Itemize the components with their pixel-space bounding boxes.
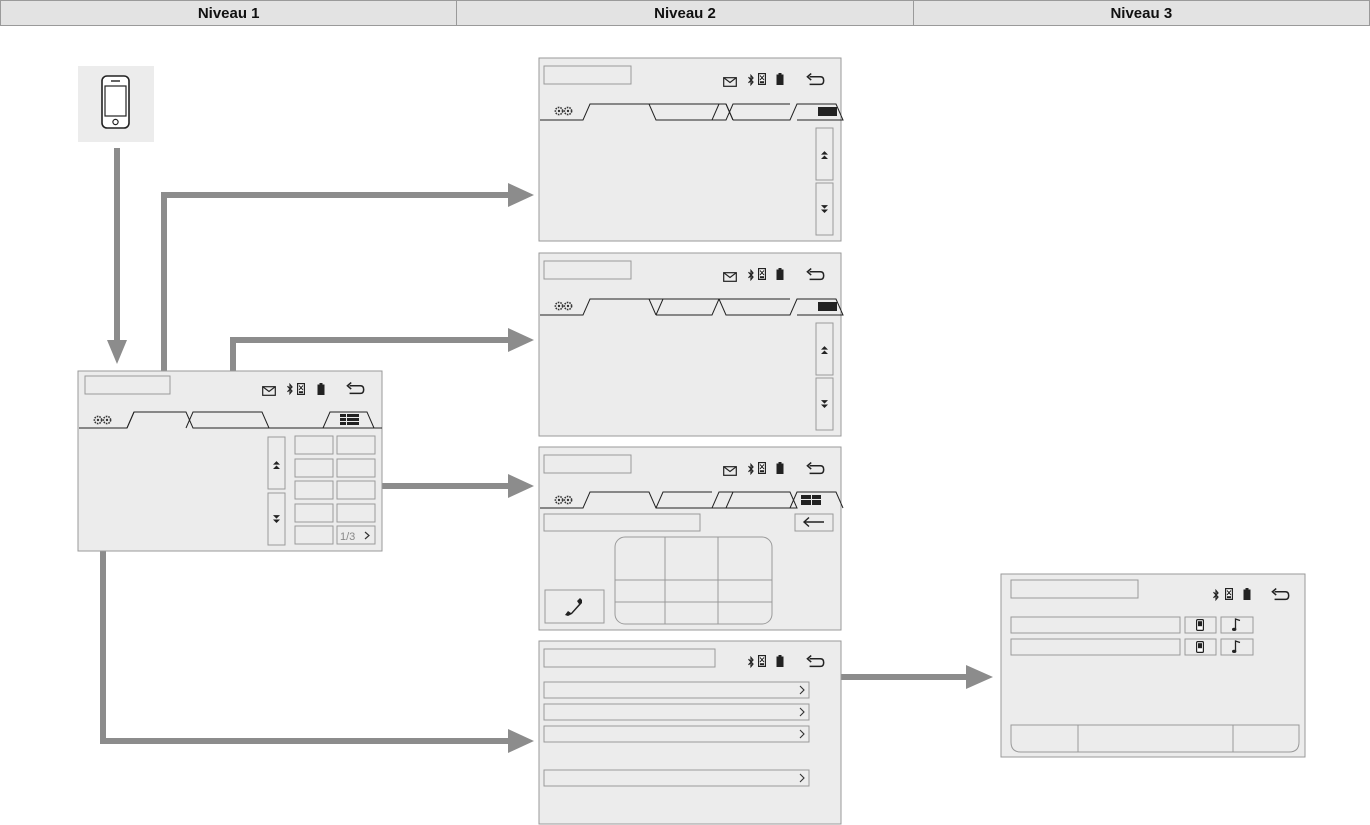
grid-menu-icon[interactable]: [801, 495, 821, 505]
navigation-diagram: 1/3: [77, 57, 1306, 825]
arrowhead: [508, 328, 534, 352]
level2-screen-4-list: [538, 640, 842, 825]
list-item: [543, 703, 810, 721]
sim-card-icon: [758, 268, 766, 280]
sim-card-icon: [758, 462, 766, 474]
title-field: [1010, 579, 1139, 599]
page-indicator[interactable]: 1/3: [340, 531, 355, 543]
number-input[interactable]: [543, 513, 701, 532]
level2-screen-3-dialpad: [538, 446, 844, 631]
sim-card-icon: [1225, 588, 1233, 600]
battery-icon: [1243, 588, 1251, 600]
arrowhead: [508, 183, 534, 207]
battery-icon: [776, 268, 784, 280]
arrowhead: [508, 474, 534, 498]
list-item: [543, 681, 810, 699]
list-item: [543, 769, 810, 787]
list-item: [543, 725, 810, 743]
phone-profile-icon: [1196, 641, 1204, 653]
battery-icon: [317, 383, 325, 395]
arrowhead: [508, 729, 534, 753]
smartphone-icon: [101, 75, 130, 129]
arrowhead: [107, 340, 127, 364]
level1-phone-menu-screen: 1/3: [77, 370, 383, 552]
level3-screen: [1000, 573, 1306, 758]
battery-icon: [776, 655, 784, 667]
phone-start-box[interactable]: [78, 66, 154, 142]
scroll-down-button[interactable]: [267, 492, 286, 546]
title-field: [543, 65, 632, 85]
grid-menu-icon[interactable]: [818, 107, 837, 116]
list-item: [1010, 638, 1181, 656]
title-field: [84, 375, 171, 395]
title-field: [543, 648, 716, 668]
title-field: [543, 260, 632, 280]
level2-screen-2: [538, 252, 844, 437]
arrowhead: [966, 665, 993, 689]
sim-card-icon: [758, 73, 766, 85]
grid-menu-icon[interactable]: [818, 302, 837, 311]
battery-icon: [776, 73, 784, 85]
sim-card-icon: [297, 383, 305, 395]
level2-screen-1: [538, 57, 844, 242]
scroll-down-button[interactable]: [815, 182, 834, 236]
grid-menu-icon[interactable]: [340, 414, 359, 425]
phone-profile-icon: [1196, 619, 1204, 631]
battery-icon: [776, 462, 784, 474]
title-field: [543, 454, 632, 474]
call-button[interactable]: [544, 589, 605, 624]
list-item: [1010, 616, 1181, 634]
list-rows[interactable]: [543, 681, 810, 787]
scroll-down-button[interactable]: [815, 377, 834, 431]
sim-card-icon: [758, 655, 766, 667]
